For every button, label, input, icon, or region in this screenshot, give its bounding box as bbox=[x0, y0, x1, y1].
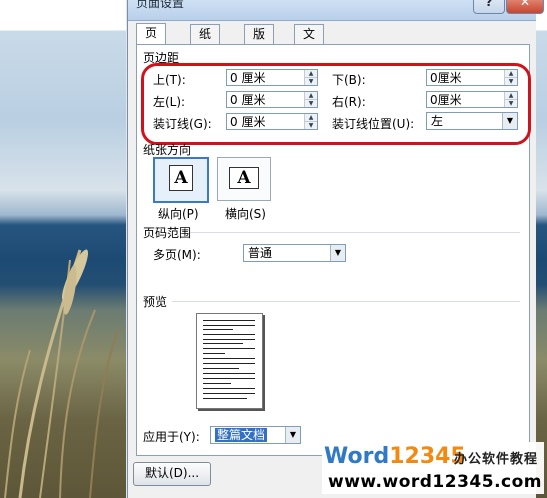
chevron-down-icon[interactable]: ▼ bbox=[330, 245, 345, 261]
landscape-page-icon: A bbox=[229, 167, 259, 189]
multiple-pages-select[interactable]: 普通 ▼ bbox=[243, 244, 346, 262]
watermark-url: www.word12345.com bbox=[328, 472, 542, 492]
apply-to-select[interactable]: 整篇文档 ▼ bbox=[210, 426, 301, 444]
highlight-circle bbox=[141, 63, 531, 145]
close-button[interactable]: ✕ bbox=[506, 0, 544, 14]
tab-doc-grid[interactable]: 文档网格 bbox=[294, 24, 325, 98]
dialog-title: 页面设置 bbox=[136, 0, 185, 10]
page-preview-thumbnail bbox=[196, 313, 263, 409]
divider bbox=[172, 301, 520, 302]
grass-image bbox=[4, 249, 119, 498]
chevron-down-icon[interactable]: ▼ bbox=[285, 427, 300, 443]
portrait-page-icon: A bbox=[169, 165, 193, 191]
default-button[interactable]: 默认(D)... bbox=[133, 462, 211, 486]
orientation-section-label: 纸张方向 bbox=[143, 143, 192, 157]
watermark-subtitle: 办公软件教程 bbox=[454, 452, 539, 467]
landscape-label: 横向(S) bbox=[225, 207, 266, 221]
watermark-word: Word12345 bbox=[324, 444, 466, 469]
multiple-pages-label: 多页(M): bbox=[153, 248, 201, 262]
apply-to-label: 应用于(Y): bbox=[143, 430, 200, 444]
help-button[interactable]: ? bbox=[473, 0, 505, 14]
divider bbox=[190, 232, 520, 233]
portrait-option[interactable]: A bbox=[153, 157, 209, 203]
watermark-logo: Word12345 办公软件教程 www.word12345.com bbox=[322, 442, 544, 494]
landscape-option[interactable]: A bbox=[217, 157, 271, 201]
title-bar: 页面设置 ? ✕ bbox=[128, 0, 544, 21]
tab-layout[interactable]: 版式 bbox=[244, 24, 275, 60]
portrait-label: 纵向(P) bbox=[158, 207, 199, 221]
tab-margins[interactable]: 页边距 bbox=[136, 23, 167, 78]
tab-paper[interactable]: 纸张 bbox=[190, 24, 221, 60]
preview-section-label: 预览 bbox=[143, 295, 168, 309]
pages-section-label: 页码范围 bbox=[143, 226, 192, 240]
